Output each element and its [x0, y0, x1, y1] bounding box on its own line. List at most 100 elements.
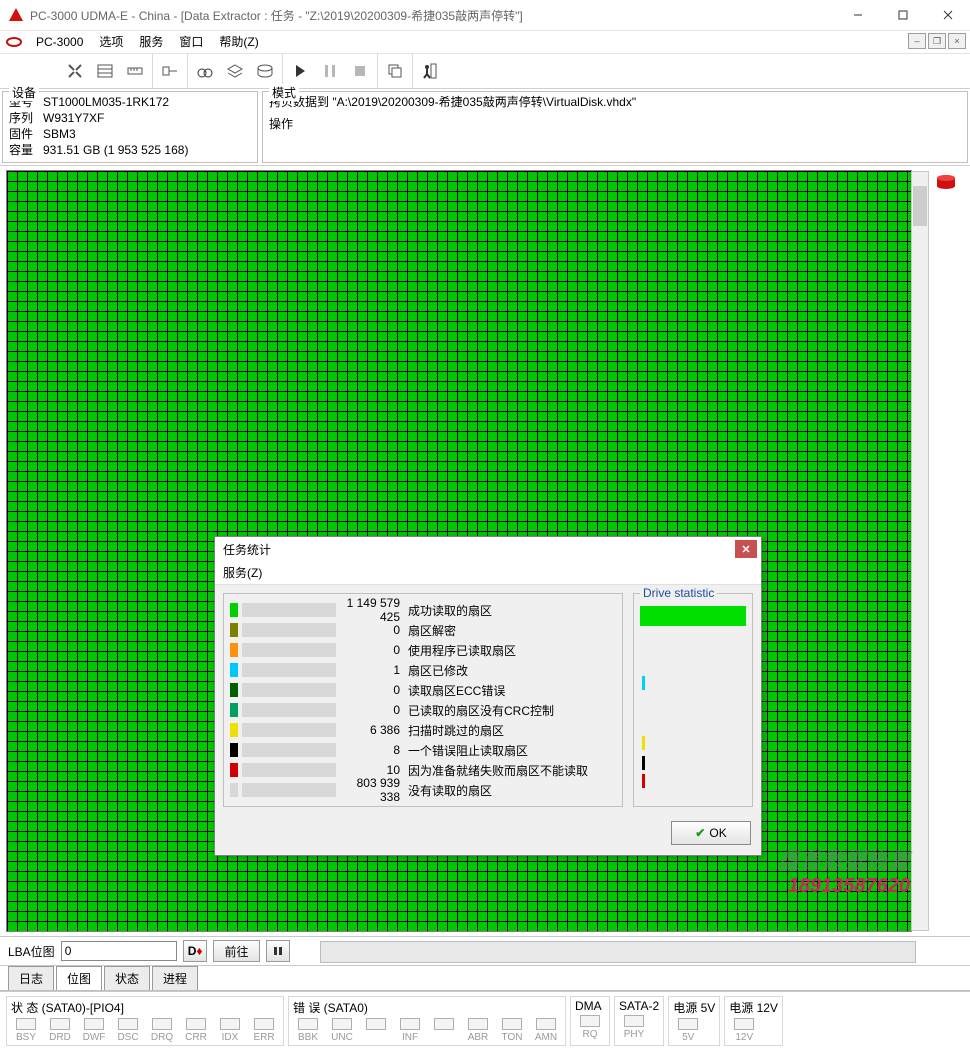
- stat-label: 没有读取的扇区: [408, 782, 616, 799]
- mdi-buttons: – ❐ ×: [908, 33, 966, 49]
- tab-bitmap[interactable]: 位图: [56, 966, 102, 990]
- menu-app[interactable]: PC-3000: [28, 31, 91, 53]
- led-blank: [361, 1018, 391, 1043]
- stat-row: 1 扇区已修改: [230, 660, 616, 680]
- stat-label: 因为准备就绪失败而扇区不能读取: [408, 762, 616, 779]
- right-toolbar: [926, 166, 966, 936]
- stat-bar: [242, 603, 336, 617]
- lba-label: LBA位图: [8, 943, 55, 960]
- led-UNC: UNC: [327, 1018, 357, 1043]
- mdi-close-button[interactable]: ×: [948, 33, 966, 49]
- tools-icon[interactable]: [64, 60, 86, 82]
- led-ERR: ERR: [249, 1018, 279, 1043]
- status-group: DMARQ: [570, 996, 610, 1046]
- stat-bar: [242, 663, 336, 677]
- stat-row: 1 149 579 425 成功读取的扇区: [230, 600, 616, 620]
- stat-swatch: [230, 623, 238, 637]
- led-ABR: ABR: [463, 1018, 493, 1043]
- stat-bar: [242, 783, 336, 797]
- go-button[interactable]: 前往: [213, 940, 259, 962]
- led-TON: TON: [497, 1018, 527, 1043]
- play-icon[interactable]: [289, 60, 311, 82]
- device-info: 设备 型号ST1000LM035-1RK172 序列W931Y7XF 固件SBM…: [2, 91, 258, 163]
- stat-label: 扇区已修改: [408, 662, 616, 679]
- led-RQ: RQ: [575, 1015, 605, 1040]
- stat-label: 扇区解密: [408, 622, 616, 639]
- led-12V: 12V: [729, 1018, 759, 1043]
- led-5V: 5V: [673, 1018, 703, 1043]
- stat-value: 0: [340, 623, 404, 637]
- menu-services[interactable]: 服务: [131, 31, 171, 53]
- stat-row: 6 386 扫描时跳过的扇区: [230, 720, 616, 740]
- pause-icon[interactable]: [319, 60, 341, 82]
- status-group: 状 态 (SATA0)-[PIO4]BSYDRDDWFDSCDRQCRRIDXE…: [6, 996, 284, 1046]
- operation-header: 操作: [269, 116, 961, 132]
- connector-icon[interactable]: [159, 60, 181, 82]
- led-BSY: BSY: [11, 1018, 41, 1043]
- stat-label: 成功读取的扇区: [408, 602, 616, 619]
- led-IDX: IDX: [215, 1018, 245, 1043]
- stat-row: 0 使用程序已读取扇区: [230, 640, 616, 660]
- dialog-menu-services[interactable]: 服务(Z): [215, 561, 761, 585]
- close-button[interactable]: [925, 0, 970, 30]
- status-group-header: 错 误 (SATA0): [293, 999, 561, 1016]
- drive-statistic-box: Drive statistic: [633, 593, 753, 807]
- disk-icon[interactable]: [254, 60, 276, 82]
- stat-value: 8: [340, 743, 404, 757]
- stat-row: 803 939 338 没有读取的扇区: [230, 780, 616, 800]
- status-group-header: SATA-2: [619, 999, 659, 1013]
- lba-mode-button[interactable]: D♦: [183, 940, 208, 962]
- led-blank: [429, 1018, 459, 1043]
- led-BBK: BBK: [293, 1018, 323, 1043]
- maximize-button[interactable]: [880, 0, 925, 30]
- status-group: 电源 12V12V: [724, 996, 783, 1046]
- stat-swatch: [230, 743, 238, 757]
- device-capacity: 931.51 GB (1 953 525 168): [43, 142, 251, 158]
- stat-bar: [242, 683, 336, 697]
- stat-value: 0: [340, 643, 404, 657]
- work-area: 盘首数据恢复 18913587620 任务统计 ✕ 服务(Z) 1 149 57…: [0, 166, 970, 937]
- stat-swatch: [230, 683, 238, 697]
- mode-target: 拷贝数据到 "A:\2019\20200309-希捷035敲两声停转\Virtu…: [269, 94, 961, 110]
- mdi-restore-button[interactable]: ❐: [928, 33, 946, 49]
- dialog-close-button[interactable]: ✕: [735, 540, 757, 558]
- drive-stat-bar: [640, 606, 746, 626]
- menu-help[interactable]: 帮助(Z): [211, 31, 266, 53]
- stat-value: 6 386: [340, 723, 404, 737]
- tab-log[interactable]: 日志: [8, 966, 54, 990]
- lba-input[interactable]: [61, 941, 177, 961]
- check-icon: ✔: [695, 826, 705, 840]
- stats-list: 1 149 579 425 成功读取的扇区 0 扇区解密 0 使用程序已读取扇区…: [223, 593, 623, 807]
- drive-stack-icon[interactable]: [933, 170, 959, 196]
- stat-swatch: [230, 723, 238, 737]
- stat-bar: [242, 623, 336, 637]
- ok-button[interactable]: ✔OK: [671, 821, 751, 845]
- tab-process[interactable]: 进程: [152, 966, 198, 990]
- stat-bar: [242, 763, 336, 777]
- exit-icon[interactable]: [419, 60, 441, 82]
- led-DWF: DWF: [79, 1018, 109, 1043]
- menu-options[interactable]: 选项: [91, 31, 131, 53]
- device-model: ST1000LM035-1RK172: [43, 94, 251, 110]
- stat-value: 0: [340, 683, 404, 697]
- binoculars-icon[interactable]: [194, 60, 216, 82]
- bottom-tabs: 日志 位图 状态 进程: [0, 966, 970, 991]
- status-group-header: 状 态 (SATA0)-[PIO4]: [11, 999, 279, 1016]
- ruler-icon[interactable]: [124, 60, 146, 82]
- pause-small-button[interactable]: [266, 940, 290, 962]
- tab-status[interactable]: 状态: [104, 966, 150, 990]
- menu-window[interactable]: 窗口: [171, 31, 211, 53]
- stat-value: 803 939 338: [340, 776, 404, 804]
- stack-icon[interactable]: [224, 60, 246, 82]
- stat-swatch: [230, 703, 238, 717]
- title-bar: PC-3000 UDMA-E - China - [Data Extractor…: [0, 0, 970, 31]
- stat-label: 读取扇区ECC错误: [408, 682, 616, 699]
- copy-icon[interactable]: [384, 60, 406, 82]
- mdi-minimize-button[interactable]: –: [908, 33, 926, 49]
- led-AMN: AMN: [531, 1018, 561, 1043]
- minimize-button[interactable]: [835, 0, 880, 30]
- status-bar: 状 态 (SATA0)-[PIO4]BSYDRDDWFDSCDRQCRRIDXE…: [0, 991, 970, 1050]
- map-icon[interactable]: [94, 60, 116, 82]
- stat-bar: [242, 643, 336, 657]
- stop-icon[interactable]: [349, 60, 371, 82]
